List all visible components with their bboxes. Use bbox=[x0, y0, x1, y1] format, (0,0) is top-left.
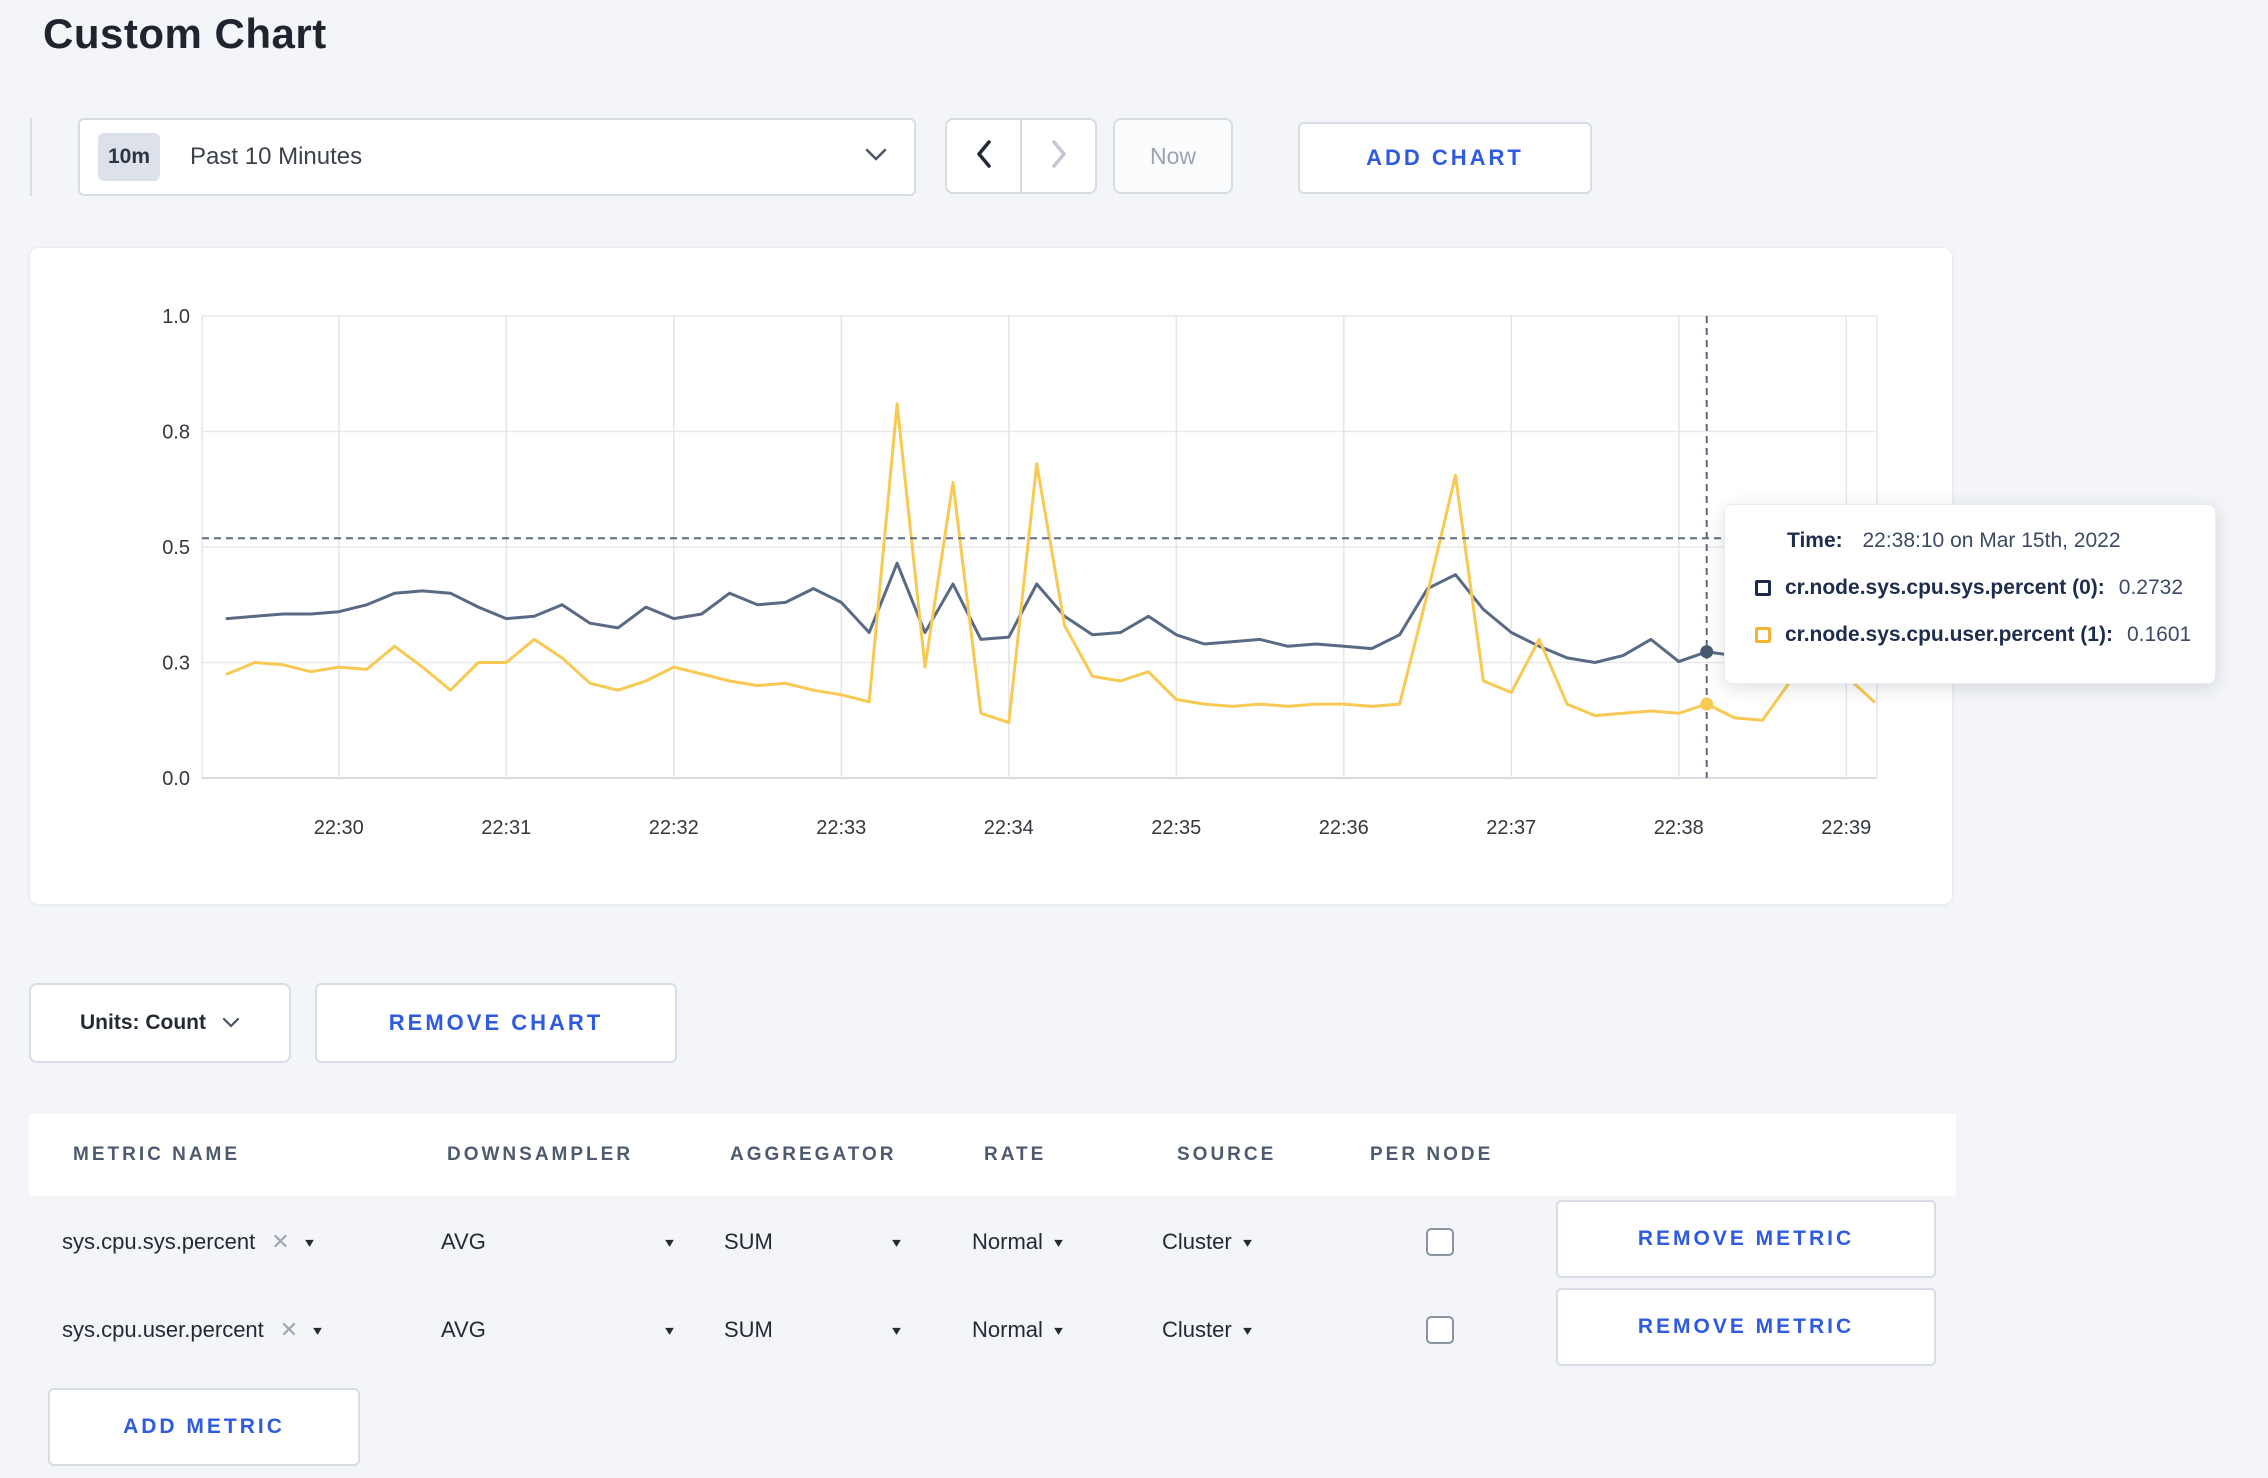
chevron-right-icon bbox=[1049, 139, 1069, 174]
aggregator-select[interactable]: SUM ▾ bbox=[724, 1204, 901, 1280]
downsampler-value: AVG bbox=[441, 1229, 486, 1254]
remove-metric-button[interactable]: REMOVE METRIC bbox=[1556, 1200, 1936, 1278]
caret-down-icon: ▾ bbox=[892, 1321, 901, 1338]
column-header-per-node: PER NODE bbox=[1370, 1144, 1494, 1165]
column-header-rate: RATE bbox=[984, 1144, 1047, 1165]
caret-down-icon: ▾ bbox=[313, 1321, 323, 1338]
source-select[interactable]: Cluster ▾ bbox=[1162, 1292, 1252, 1368]
metric-name-select[interactable]: sys.cpu.user.percent ✕ ▾ bbox=[62, 1292, 323, 1368]
chevron-down-icon bbox=[864, 147, 888, 168]
caret-down-icon: ▾ bbox=[1242, 1233, 1252, 1250]
metric-name-select[interactable]: sys.cpu.sys.percent ✕ ▾ bbox=[62, 1204, 314, 1280]
time-range-badge: 10m bbox=[98, 133, 161, 181]
close-icon[interactable]: ✕ bbox=[280, 1317, 298, 1343]
time-range-dropdown[interactable]: 10m Past 10 Minutes bbox=[78, 118, 916, 196]
rate-select[interactable]: Normal ▾ bbox=[972, 1204, 1063, 1280]
caret-down-icon: ▾ bbox=[892, 1233, 901, 1250]
caret-down-icon: ▾ bbox=[1242, 1321, 1252, 1338]
caret-down-icon: ▾ bbox=[1054, 1321, 1063, 1338]
add-chart-button[interactable]: ADD CHART bbox=[1298, 122, 1592, 194]
per-node-checkbox[interactable] bbox=[1426, 1228, 1454, 1256]
series-swatch-sys bbox=[1755, 580, 1771, 596]
close-icon[interactable]: ✕ bbox=[271, 1229, 289, 1255]
source-select[interactable]: Cluster ▾ bbox=[1162, 1204, 1252, 1280]
units-label: Units: Count bbox=[80, 1011, 206, 1034]
tooltip-series-label: cr.node.sys.cpu.sys.percent (0): bbox=[1785, 576, 2105, 599]
prev-time-button[interactable] bbox=[947, 120, 1020, 192]
aggregator-value: SUM bbox=[724, 1317, 773, 1342]
source-value: Cluster bbox=[1162, 1229, 1232, 1254]
tooltip-series-value: 0.1601 bbox=[2126, 623, 2192, 646]
toolbar-divider bbox=[30, 118, 32, 196]
page-title: Custom Chart bbox=[43, 10, 327, 57]
rate-select[interactable]: Normal ▾ bbox=[972, 1292, 1063, 1368]
next-time-button[interactable] bbox=[1020, 120, 1095, 192]
per-node-checkbox[interactable] bbox=[1426, 1316, 1454, 1344]
caret-down-icon: ▾ bbox=[665, 1321, 674, 1338]
add-metric-button[interactable]: ADD METRIC bbox=[48, 1388, 360, 1466]
caret-down-icon: ▾ bbox=[665, 1233, 674, 1250]
tooltip-series-value: 0.2732 bbox=[2118, 576, 2184, 599]
now-button[interactable]: Now bbox=[1113, 118, 1233, 194]
aggregator-value: SUM bbox=[724, 1229, 773, 1254]
column-header-source: SOURCE bbox=[1177, 1144, 1277, 1165]
rate-value: Normal bbox=[972, 1317, 1043, 1342]
column-header-aggregator: AGGREGATOR bbox=[730, 1144, 897, 1165]
column-header-metric-name: METRIC NAME bbox=[73, 1144, 241, 1165]
column-header-downsampler: DOWNSAMPLER bbox=[447, 1144, 634, 1165]
remove-metric-button[interactable]: REMOVE METRIC bbox=[1556, 1288, 1936, 1366]
caret-down-icon: ▾ bbox=[1054, 1233, 1063, 1250]
downsampler-value: AVG bbox=[441, 1317, 486, 1342]
time-range-label: Past 10 Minutes bbox=[190, 143, 363, 170]
tooltip-time-label: Time: bbox=[1787, 529, 1843, 552]
rate-value: Normal bbox=[972, 1229, 1043, 1254]
downsampler-select[interactable]: AVG ▾ bbox=[441, 1204, 674, 1280]
chevron-down-icon bbox=[222, 1011, 240, 1035]
tooltip-time-value: 22:38:10 on Mar 15th, 2022 bbox=[1862, 529, 2121, 552]
source-value: Cluster bbox=[1162, 1317, 1232, 1342]
tooltip-series-label: cr.node.sys.cpu.user.percent (1): bbox=[1785, 623, 2113, 646]
metric-name-value: sys.cpu.sys.percent bbox=[62, 1229, 256, 1254]
chevron-left-icon bbox=[974, 139, 994, 174]
metric-name-value: sys.cpu.user.percent bbox=[62, 1317, 264, 1342]
downsampler-select[interactable]: AVG ▾ bbox=[441, 1292, 674, 1368]
series-swatch-user bbox=[1755, 627, 1771, 643]
units-dropdown[interactable]: Units: Count bbox=[29, 983, 291, 1063]
chart-tooltip: Time: 22:38:10 on Mar 15th, 2022 cr.node… bbox=[1724, 504, 2216, 684]
chart-plot-area[interactable] bbox=[202, 316, 1877, 778]
caret-down-icon: ▾ bbox=[304, 1233, 314, 1250]
remove-chart-button[interactable]: REMOVE CHART bbox=[315, 983, 677, 1063]
aggregator-select[interactable]: SUM ▾ bbox=[724, 1292, 901, 1368]
time-step-buttons bbox=[945, 118, 1097, 194]
